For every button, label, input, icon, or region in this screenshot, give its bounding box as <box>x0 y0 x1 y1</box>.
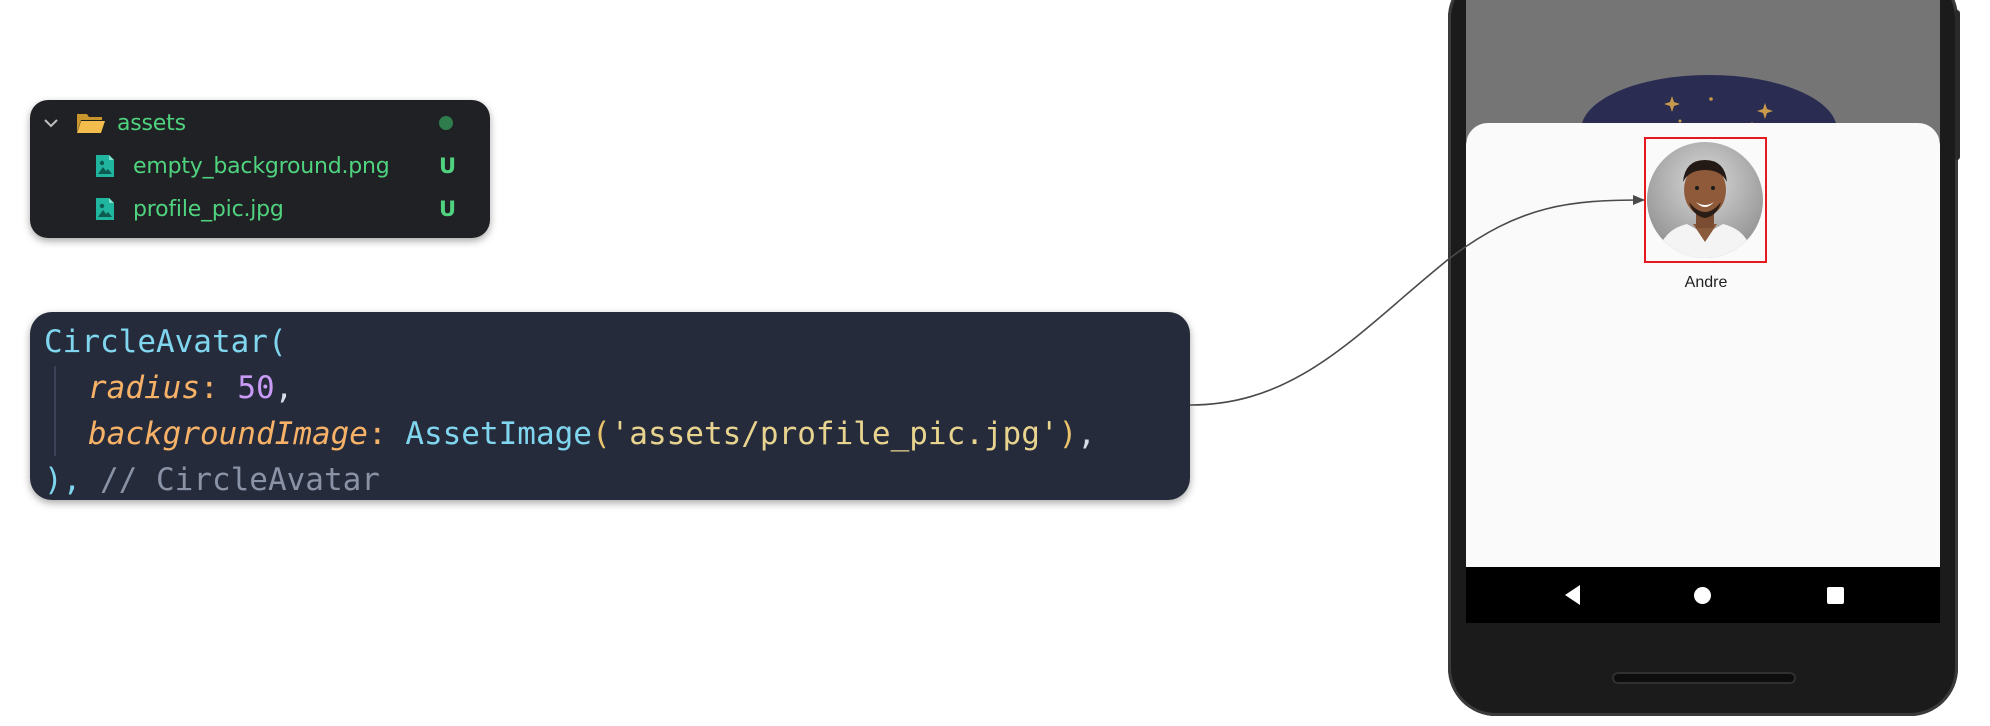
connector-arrow <box>1189 195 1645 406</box>
tutorial-canvas: assets empty_background.png U profile_pi… <box>0 0 1990 726</box>
